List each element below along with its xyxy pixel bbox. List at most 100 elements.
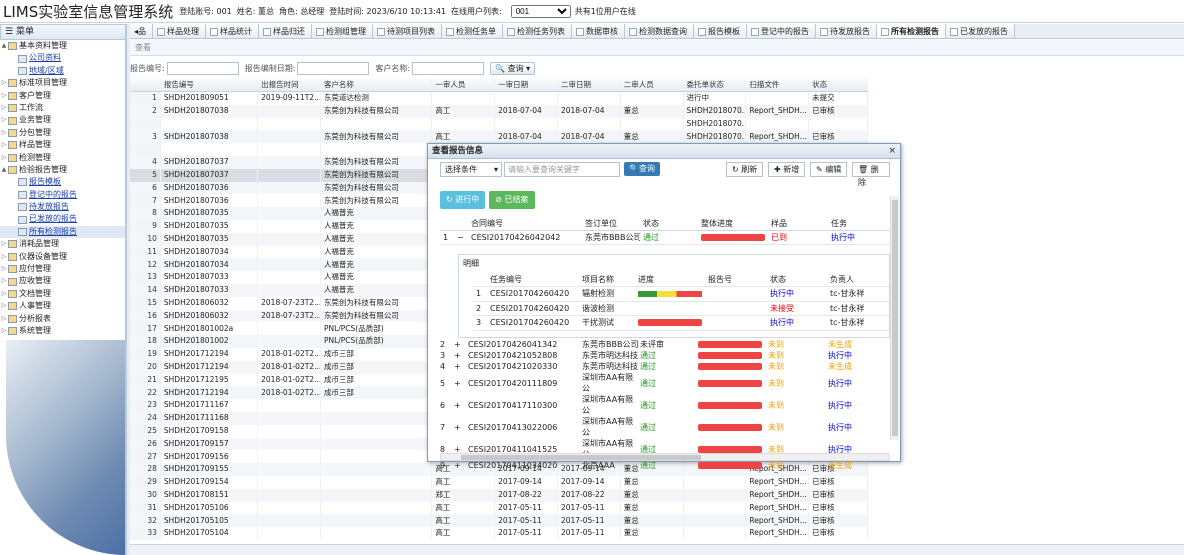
- menu-item-10[interactable]: ▲ 检验报告管理: [0, 164, 125, 176]
- tab-7[interactable]: 检测任务列表: [503, 24, 573, 38]
- expand-arrow-icon[interactable]: ▷: [0, 127, 8, 139]
- tab-0[interactable]: ◂品: [130, 24, 154, 38]
- menu-item-1[interactable]: 公司资料: [0, 52, 125, 64]
- expand-arrow-icon[interactable]: ▷: [0, 238, 8, 250]
- contract-cell-toggle[interactable]: −: [454, 230, 468, 246]
- expand-arrow-icon[interactable]: ▷: [0, 313, 8, 325]
- tab-10[interactable]: 报告模板: [694, 24, 748, 38]
- menu-item-19[interactable]: ▷ 应收管理: [0, 275, 125, 287]
- contract-row[interactable]: 7 + CESI20170413022006 深圳市AA有限公 通过 未到 执行中: [440, 416, 890, 438]
- menu-item-3[interactable]: ▷ 标准项目管理: [0, 77, 125, 89]
- tab-6[interactable]: 检测任务单: [442, 24, 504, 38]
- grid-header-7[interactable]: 二审人员: [620, 79, 684, 93]
- table-row[interactable]: 29 SHDH201709154 高工 2017-09-14 2017-09-14 董总 R…: [130, 475, 868, 489]
- date-input[interactable]: [297, 61, 370, 75]
- add-button[interactable]: ✚ 新增: [768, 161, 806, 177]
- expand-arrow-icon[interactable]: ▷: [0, 102, 8, 114]
- expand-arrow-icon[interactable]: ▷: [0, 325, 8, 337]
- tab-9[interactable]: 检测数据查询: [625, 24, 695, 38]
- contract-header-7[interactable]: 任务: [828, 217, 890, 232]
- view-button[interactable]: 查看: [135, 43, 151, 52]
- contract-header-3[interactable]: 签订单位: [582, 217, 640, 232]
- contract-header-6[interactable]: 样品: [768, 217, 828, 232]
- expand-arrow-icon[interactable]: ▷: [0, 288, 8, 300]
- grid-header-8[interactable]: 委托单状态: [683, 79, 747, 93]
- menu-item-22[interactable]: ▷ 分析报表: [0, 313, 125, 325]
- tab-4[interactable]: 检测组管理: [312, 24, 374, 38]
- delete-button[interactable]: 🗑 删除: [852, 161, 890, 187]
- table-row[interactable]: 2 SHDH201807038 东莞创为科技有限公司 高工 2018-07-04 2018…: [130, 104, 868, 118]
- grid-header-2[interactable]: 出报告时间: [257, 79, 321, 93]
- keyword-input[interactable]: 请输入要查询关键字: [504, 161, 620, 177]
- menu-item-7[interactable]: ▷ 分包管理: [0, 127, 125, 139]
- menu-item-0[interactable]: ▲ 基本资料管理: [0, 40, 125, 52]
- task-row[interactable]: 2 CESI201704260420 谐波检测 未接受 tc-甘永祥: [473, 301, 889, 316]
- expand-arrow-icon[interactable]: ▷: [0, 90, 8, 102]
- grid-header-1[interactable]: 报告编号: [160, 79, 259, 93]
- grid-header-5[interactable]: 一审日期: [494, 79, 558, 93]
- contract-cell-toggle[interactable]: +: [454, 372, 468, 394]
- expand-arrow-icon[interactable]: ▲: [0, 40, 8, 52]
- customer-input[interactable]: [412, 61, 485, 75]
- tab-5[interactable]: 待测项目列表: [373, 24, 443, 38]
- task-row[interactable]: 3 CESI201704260420 干扰测试 执行中 tc-甘永祥: [473, 315, 889, 331]
- condition-select[interactable]: 选择条件 ▾: [440, 161, 502, 177]
- expand-arrow-icon[interactable]: ▲: [0, 164, 8, 176]
- contract-header-5[interactable]: 整体进度: [698, 217, 768, 232]
- menu-item-5[interactable]: ▷ 工作流: [0, 102, 125, 114]
- task-header-0[interactable]: [473, 272, 487, 287]
- grid-header-9[interactable]: 扫描文件: [745, 79, 810, 93]
- table-row[interactable]: 30 SHDH201708151 郑工 2017-08-22 2017-08-22 董总 R…: [130, 488, 868, 502]
- task-row[interactable]: 1 CESI201704260420 辐射检测 执行中 tc-甘永祥: [473, 286, 889, 302]
- expand-arrow-icon[interactable]: ▷: [0, 77, 8, 89]
- task-header-6[interactable]: 负责人: [827, 272, 889, 287]
- dialog-query-button[interactable]: 🔍查询: [624, 162, 660, 176]
- close-icon[interactable]: ×: [888, 144, 896, 159]
- status-running-button[interactable]: ↻ 进行中: [440, 191, 486, 209]
- menu-item-14[interactable]: 已发放的报告: [0, 213, 125, 225]
- menu-item-20[interactable]: ▷ 文档管理: [0, 288, 125, 300]
- expand-arrow-icon[interactable]: ▷: [0, 251, 8, 263]
- expand-arrow-icon[interactable]: ▷: [0, 152, 8, 164]
- menu-item-21[interactable]: ▷ 人事管理: [0, 300, 125, 312]
- edit-button[interactable]: ✎ 编辑: [810, 161, 848, 177]
- tab-2[interactable]: 样品统计: [206, 24, 260, 38]
- report-no-input[interactable]: [166, 61, 239, 75]
- query-button[interactable]: 🔍 查询 ▾: [490, 61, 536, 75]
- table-row[interactable]: 3 SHDH201807038 东莞创为科技有限公司 高工 2018-07-04 2018…: [130, 130, 868, 144]
- contract-row[interactable]: 6 + CESI20170417110300 深圳市AA有限公 通过 未到 执行中: [440, 394, 890, 416]
- tab-12[interactable]: 待发放报告: [816, 24, 878, 38]
- menu-item-23[interactable]: ▷ 系统管理: [0, 325, 125, 337]
- expand-arrow-icon[interactable]: ▷: [0, 275, 8, 287]
- expand-arrow-icon[interactable]: ▷: [0, 263, 8, 275]
- task-header-1[interactable]: 任务编号: [487, 272, 579, 287]
- menu-item-18[interactable]: ▷ 应付管理: [0, 263, 125, 275]
- contract-cell-toggle[interactable]: +: [454, 394, 468, 416]
- online-user-select[interactable]: 001: [510, 4, 571, 18]
- contract-cell-toggle[interactable]: +: [454, 460, 468, 471]
- contract-cell-toggle[interactable]: +: [454, 361, 468, 372]
- tab-8[interactable]: 数据审核: [572, 24, 626, 38]
- tab-14[interactable]: 已发放的报告: [946, 24, 1016, 38]
- contract-header-0[interactable]: [440, 217, 454, 232]
- grid-header-0[interactable]: [130, 79, 161, 93]
- contract-row[interactable]: 1− CESI20170426042042 东莞市BBB公司 通过 已到 执行中: [440, 230, 890, 246]
- contract-header-1[interactable]: [454, 217, 468, 232]
- tab-13[interactable]: 所有检测报告: [877, 24, 947, 38]
- menu-item-15[interactable]: 所有检测报告: [0, 225, 125, 239]
- table-row[interactable]: 33 SHDH201705104 高工 2017-05-11 2017-05-11 董总 R…: [130, 527, 868, 540]
- horizontal-scrollbar[interactable]: [440, 453, 890, 461]
- status-done-button[interactable]: ⊘ 已结案: [489, 191, 535, 209]
- grid-header-4[interactable]: 一审人员: [431, 79, 496, 93]
- menu-item-12[interactable]: 登记中的报告: [0, 189, 125, 201]
- contract-cell-toggle[interactable]: +: [454, 416, 468, 438]
- menu-item-6[interactable]: ▷ 业务管理: [0, 114, 125, 126]
- task-header-2[interactable]: 项目名称: [579, 272, 635, 287]
- tab-3[interactable]: 样品归还: [259, 24, 313, 38]
- menu-item-2[interactable]: 地域/区域: [0, 65, 125, 77]
- task-header-4[interactable]: 报告号: [705, 272, 767, 287]
- table-row[interactable]: 31 SHDH201705106 高工 2017-05-11 2017-05-11 董总 R…: [130, 501, 868, 515]
- table-row[interactable]: 32 SHDH201705105 高工 2017-05-11 2017-05-11 董总 R…: [130, 514, 868, 528]
- menu-item-16[interactable]: ▷ 消耗品管理: [0, 238, 125, 250]
- task-header-3[interactable]: 进度: [635, 272, 705, 287]
